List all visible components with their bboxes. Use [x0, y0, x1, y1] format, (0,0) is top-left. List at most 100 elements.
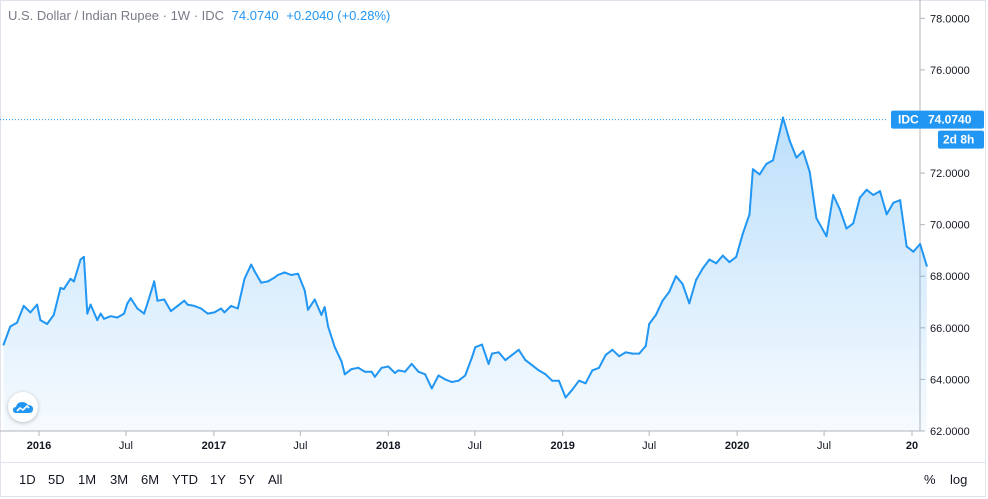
price-point	[323, 306, 326, 309]
price-point	[661, 299, 664, 302]
tradingview-logo-button[interactable]	[8, 392, 38, 422]
price-point	[638, 352, 641, 355]
price-point	[899, 199, 902, 202]
range-1d-button[interactable]: 1D	[19, 472, 36, 487]
time-axis-label: 2017	[202, 440, 226, 452]
price-point	[765, 163, 768, 165]
price-point	[424, 373, 427, 376]
price-point	[62, 288, 65, 291]
price-point	[156, 299, 159, 302]
price-axis-label: 70.0000	[930, 220, 970, 232]
range-5y-button[interactable]: 5Y	[239, 472, 255, 487]
price-point	[223, 311, 226, 314]
price-point	[9, 325, 12, 328]
time-axis-label: Jul	[642, 440, 656, 452]
price-point	[758, 173, 761, 176]
price-point	[511, 353, 514, 356]
price-point	[183, 299, 186, 302]
price-point	[675, 275, 677, 278]
price-point	[36, 303, 39, 306]
price-point	[832, 194, 835, 196]
price-point	[474, 346, 477, 349]
price-point	[220, 307, 223, 310]
price-point	[313, 298, 316, 301]
price-point	[858, 196, 861, 199]
price-point	[16, 321, 18, 324]
bottom-toolbar: 1D 5D 1M 3M 6M YTD 1Y 5Y All % log	[0, 462, 986, 496]
price-point	[283, 271, 286, 274]
price-point	[236, 307, 239, 310]
price-point	[681, 283, 684, 285]
price-point	[276, 274, 279, 276]
price-point	[69, 277, 72, 280]
range-5d-button[interactable]: 5D	[48, 472, 65, 487]
percent-scale-button[interactable]: %	[924, 472, 936, 487]
price-point	[103, 317, 105, 320]
price-point	[668, 290, 671, 293]
price-point	[872, 194, 875, 196]
price-point	[387, 365, 390, 368]
price-point	[410, 362, 413, 365]
price-point	[487, 362, 490, 365]
price-point	[340, 360, 343, 363]
range-1m-button[interactable]: 1M	[78, 472, 96, 487]
range-all-button[interactable]: All	[268, 472, 282, 487]
price-point	[457, 379, 460, 382]
price-point	[303, 289, 306, 292]
price-point	[394, 372, 396, 374]
price-axis-label: 68.0000	[930, 271, 970, 283]
time-axis-label: 2018	[376, 440, 400, 452]
price-point	[808, 170, 811, 173]
price-point	[243, 277, 246, 280]
last-price-label: IDC 74.0740 2d 8h	[891, 110, 984, 149]
price-point	[524, 359, 527, 362]
price-point	[925, 264, 928, 267]
price-point	[72, 280, 75, 283]
price-point	[578, 379, 580, 382]
chart-canvas[interactable]: 62.0000 64.0000 66.0000 68.0000 70.0000 72.00…	[0, 0, 988, 462]
price-point	[266, 280, 269, 283]
price-point	[531, 364, 534, 367]
chart-legend: U.S. Dollar / Indian Rupee · 1W · IDC 74…	[8, 8, 390, 23]
price-point	[96, 319, 99, 322]
price-axis[interactable]: 62.0000 64.0000 66.0000 68.0000 70.0000 72.00…	[920, 13, 970, 438]
log-scale-button[interactable]: log	[950, 472, 967, 487]
time-axis[interactable]: 2016 Jul 2017 Jul 2018 Jul 2019 Jul 2020 Jul 20	[27, 431, 918, 452]
price-point	[99, 312, 102, 315]
price-point	[852, 222, 855, 225]
last-price: 74.0740	[231, 8, 279, 23]
price-point	[273, 276, 276, 279]
price-point	[748, 213, 751, 216]
price-point	[123, 312, 126, 315]
price-point	[2, 343, 5, 346]
price-point	[250, 263, 253, 266]
price-point	[491, 352, 493, 355]
price-point	[721, 254, 724, 257]
range-3m-button[interactable]: 3M	[110, 472, 128, 487]
price-point	[193, 304, 196, 307]
price-point	[213, 311, 216, 314]
price-point	[320, 313, 323, 316]
price-point	[631, 352, 634, 355]
range-1y-button[interactable]: 1Y	[210, 472, 226, 487]
range-6m-button[interactable]: 6M	[141, 472, 159, 487]
price-label-source: IDC	[898, 113, 919, 127]
price-point	[772, 159, 774, 162]
price-change: +0.2040 (+0.28%)	[286, 8, 391, 23]
price-point	[86, 312, 89, 315]
price-point	[327, 325, 330, 328]
price-point	[604, 353, 607, 356]
symbol-title[interactable]: U.S. Dollar / Indian Rupee · 1W · IDC	[8, 8, 224, 23]
price-point	[912, 250, 915, 253]
time-axis-label: 20	[906, 440, 918, 452]
price-point	[517, 348, 520, 351]
price-point	[39, 319, 42, 322]
price-point	[46, 323, 49, 325]
range-ytd-button[interactable]: YTD	[172, 472, 198, 487]
price-point	[715, 262, 718, 265]
cloud-logo-icon	[13, 402, 33, 413]
price-point	[357, 366, 360, 369]
price-point	[307, 308, 309, 311]
price-point	[146, 302, 149, 305]
price-point	[564, 396, 567, 399]
